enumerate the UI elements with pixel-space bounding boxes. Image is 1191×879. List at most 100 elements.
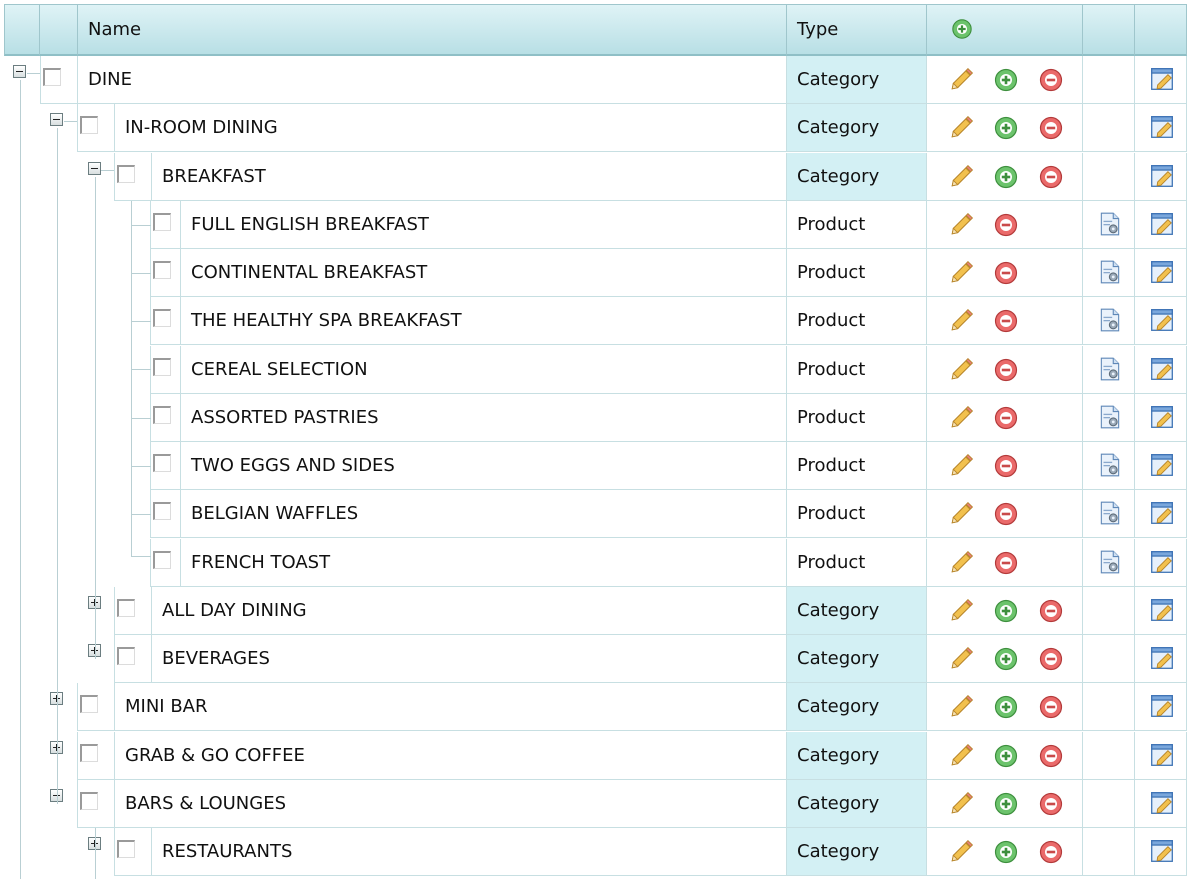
row-checkbox[interactable]	[153, 309, 171, 327]
edit-properties-icon[interactable]	[1149, 693, 1173, 717]
header-add-icon[interactable]	[951, 18, 973, 40]
row-checkbox[interactable]	[80, 116, 98, 134]
delete-icon[interactable]	[1039, 840, 1063, 864]
collapse-icon[interactable]	[13, 65, 26, 78]
row-checkbox[interactable]	[153, 406, 171, 424]
add-icon[interactable]	[994, 840, 1018, 864]
pencil-icon[interactable]	[949, 211, 974, 235]
delete-icon[interactable]	[994, 406, 1018, 430]
pencil-icon[interactable]	[949, 693, 974, 717]
delete-icon[interactable]	[994, 213, 1018, 237]
delete-icon[interactable]	[994, 358, 1018, 382]
pencil-icon[interactable]	[949, 452, 974, 476]
row-checkbox[interactable]	[43, 68, 61, 86]
settings-cell	[1083, 104, 1135, 152]
collapse-icon[interactable]	[50, 113, 63, 126]
edit-properties-icon[interactable]	[1149, 790, 1173, 814]
add-icon[interactable]	[994, 792, 1018, 816]
pencil-icon[interactable]	[949, 356, 974, 380]
add-icon[interactable]	[994, 116, 1018, 140]
pencil-icon[interactable]	[949, 114, 974, 138]
row-checkbox[interactable]	[117, 840, 135, 858]
pencil-icon[interactable]	[949, 307, 974, 331]
page-settings-icon[interactable]	[1097, 404, 1121, 429]
row-checkbox[interactable]	[153, 551, 171, 569]
row-checkbox[interactable]	[117, 165, 135, 183]
edit-properties-icon[interactable]	[1149, 452, 1173, 476]
header-type[interactable]: Type	[787, 4, 927, 56]
pencil-icon[interactable]	[949, 66, 974, 90]
edit-properties-icon[interactable]	[1149, 838, 1173, 862]
page-settings-icon[interactable]	[1097, 356, 1121, 381]
collapse-icon[interactable]	[88, 162, 101, 175]
type-cell: Category	[787, 587, 927, 635]
edit-properties-icon[interactable]	[1149, 500, 1173, 524]
delete-icon[interactable]	[1039, 744, 1063, 768]
pencil-icon[interactable]	[949, 404, 974, 428]
pencil-icon[interactable]	[949, 500, 974, 524]
page-settings-icon[interactable]	[1097, 549, 1121, 574]
delete-icon[interactable]	[1039, 647, 1063, 671]
row-checkbox[interactable]	[117, 599, 135, 617]
edit-properties-icon[interactable]	[1149, 645, 1173, 669]
add-icon[interactable]	[994, 695, 1018, 719]
row-checkbox[interactable]	[153, 358, 171, 376]
edit-properties-icon[interactable]	[1149, 259, 1173, 283]
page-settings-icon[interactable]	[1097, 452, 1121, 477]
delete-icon[interactable]	[994, 551, 1018, 575]
row-checkbox[interactable]	[153, 261, 171, 279]
add-icon[interactable]	[994, 599, 1018, 623]
delete-icon[interactable]	[1039, 68, 1063, 92]
edit-properties-icon[interactable]	[1149, 356, 1173, 380]
type-cell: Product	[787, 249, 927, 297]
settings-cell	[1083, 394, 1135, 442]
page-settings-icon[interactable]	[1097, 211, 1121, 236]
delete-icon[interactable]	[994, 309, 1018, 333]
pencil-icon[interactable]	[949, 838, 974, 862]
pencil-icon[interactable]	[949, 742, 974, 766]
edit-properties-icon[interactable]	[1149, 211, 1173, 235]
type-cell: Category	[787, 828, 927, 876]
edit-properties-icon[interactable]	[1149, 66, 1173, 90]
delete-icon[interactable]	[994, 454, 1018, 478]
add-icon[interactable]	[994, 165, 1018, 189]
delete-icon[interactable]	[994, 261, 1018, 285]
delete-icon[interactable]	[1039, 792, 1063, 816]
row-checkbox[interactable]	[80, 695, 98, 713]
add-icon[interactable]	[994, 647, 1018, 671]
delete-icon[interactable]	[994, 502, 1018, 526]
edit-properties-icon[interactable]	[1149, 307, 1173, 331]
page-settings-icon[interactable]	[1097, 259, 1121, 284]
page-settings-icon[interactable]	[1097, 500, 1121, 525]
pencil-icon[interactable]	[949, 790, 974, 814]
pencil-icon[interactable]	[949, 645, 974, 669]
delete-icon[interactable]	[1039, 165, 1063, 189]
pencil-icon[interactable]	[949, 163, 974, 187]
edit-properties-icon[interactable]	[1149, 597, 1173, 621]
add-icon[interactable]	[994, 744, 1018, 768]
delete-icon[interactable]	[1039, 599, 1063, 623]
edit-properties-icon[interactable]	[1149, 549, 1173, 573]
delete-icon[interactable]	[1039, 116, 1063, 140]
edit-properties-icon[interactable]	[1149, 742, 1173, 766]
pencil-icon[interactable]	[949, 549, 974, 573]
row-checkbox[interactable]	[153, 454, 171, 472]
row-name: BREAKFAST	[162, 166, 266, 187]
row-checkbox[interactable]	[80, 792, 98, 810]
row-checkbox[interactable]	[80, 744, 98, 762]
header-name[interactable]: Name	[78, 4, 787, 56]
row-checkbox[interactable]	[153, 213, 171, 231]
edit-properties-icon[interactable]	[1149, 404, 1173, 428]
delete-icon[interactable]	[1039, 695, 1063, 719]
edit-properties-icon[interactable]	[1149, 114, 1173, 138]
row-checkbox[interactable]	[153, 502, 171, 520]
edit-properties-icon[interactable]	[1149, 163, 1173, 187]
add-icon[interactable]	[994, 68, 1018, 92]
pencil-icon[interactable]	[949, 597, 974, 621]
row-checkbox[interactable]	[117, 647, 135, 665]
pencil-icon[interactable]	[949, 259, 974, 283]
name-cell[interactable]	[40, 56, 787, 104]
row-name: TWO EGGS AND SIDES	[191, 455, 395, 476]
page-settings-icon[interactable]	[1097, 307, 1121, 332]
settings-cell	[1083, 683, 1135, 731]
